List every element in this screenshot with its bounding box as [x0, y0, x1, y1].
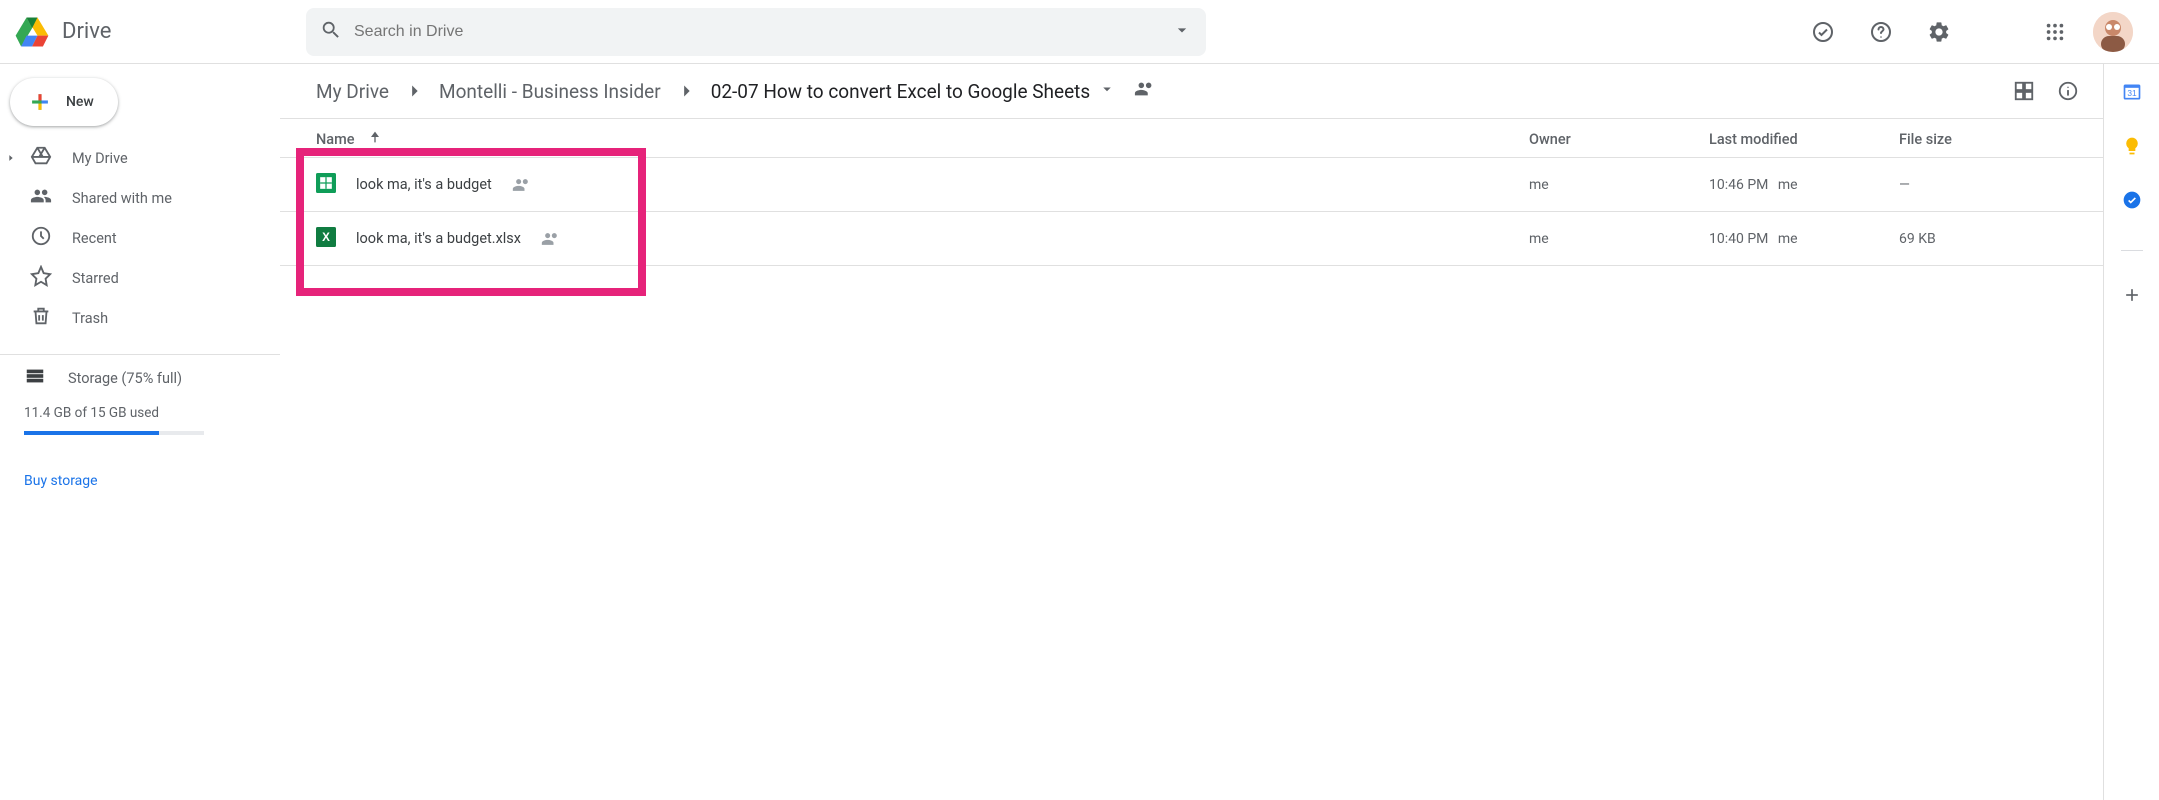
- sidebar-item-label: Recent: [72, 230, 117, 247]
- sidebar-item-my-drive[interactable]: My Drive: [0, 138, 262, 178]
- breadcrumb-item[interactable]: Montelli - Business Insider: [439, 80, 661, 103]
- search-options-icon[interactable]: [1172, 20, 1192, 44]
- file-owner: me: [1529, 177, 1709, 193]
- shared-icon: [30, 185, 52, 211]
- sidebar: New My Drive Shared with me Recent: [0, 64, 280, 800]
- sidebar-item-starred[interactable]: Starred: [0, 258, 262, 298]
- info-icon[interactable]: [2057, 80, 2079, 102]
- storage-icon: [24, 365, 46, 391]
- column-header-size[interactable]: File size: [1899, 131, 2079, 148]
- column-header-row: Name Owner Last modified File size: [280, 119, 2103, 158]
- offline-status-icon[interactable]: [1803, 12, 1843, 52]
- breadcrumb-bar: My Drive Montelli - Business Insider 02-…: [280, 64, 2103, 119]
- file-row[interactable]: X look ma, it's a budget.xlsx me 10:40 P…: [280, 212, 2103, 266]
- file-shared-icon: [541, 229, 561, 249]
- tasks-app-icon[interactable]: [2122, 190, 2142, 210]
- excel-file-icon: X: [316, 227, 336, 251]
- storage-label: Storage (75% full): [68, 370, 182, 387]
- search-icon[interactable]: [320, 19, 342, 45]
- chevron-right-icon: [675, 80, 697, 102]
- calendar-app-icon[interactable]: 31: [2122, 82, 2142, 102]
- file-rows: look ma, it's a budget me 10:46 PM me —: [296, 158, 2103, 266]
- file-size: —: [1899, 177, 2079, 193]
- help-icon[interactable]: [1861, 12, 1901, 52]
- svg-text:X: X: [322, 231, 330, 244]
- column-header-modified[interactable]: Last modified: [1709, 131, 1899, 148]
- sidebar-item-shared[interactable]: Shared with me: [0, 178, 262, 218]
- new-button[interactable]: New: [10, 78, 118, 126]
- star-icon: [30, 265, 52, 291]
- sort-asc-icon[interactable]: [367, 129, 383, 149]
- file-name: look ma, it's a budget: [356, 176, 492, 193]
- settings-icon[interactable]: [1919, 12, 1959, 52]
- column-header-owner[interactable]: Owner: [1529, 131, 1709, 148]
- breadcrumb-item-current[interactable]: 02-07 How to convert Excel to Google She…: [711, 80, 1090, 103]
- drive-logo[interactable]: [10, 10, 54, 54]
- svg-text:31: 31: [2127, 88, 2137, 98]
- keep-app-icon[interactable]: [2122, 136, 2142, 156]
- product-name: Drive: [62, 19, 111, 44]
- header: Drive: [0, 0, 2159, 64]
- breadcrumb-dropdown-icon[interactable]: [1098, 80, 1116, 102]
- storage-usage-text: 11.4 GB of 15 GB used: [24, 405, 256, 421]
- side-panel-divider: [2121, 250, 2143, 251]
- header-left: Drive: [10, 10, 290, 54]
- my-drive-icon: [30, 145, 52, 171]
- account-avatar[interactable]: [2093, 12, 2133, 52]
- search-box[interactable]: [306, 8, 1206, 56]
- add-app-icon[interactable]: [2122, 285, 2142, 305]
- recent-icon: [30, 225, 52, 251]
- file-size: 69 KB: [1899, 231, 2079, 247]
- file-name: look ma, it's a budget.xlsx: [356, 230, 521, 247]
- storage-bar-fill: [24, 431, 159, 435]
- side-panel: 31: [2103, 64, 2159, 800]
- trash-icon: [30, 305, 52, 331]
- apps-icon[interactable]: [2035, 12, 2075, 52]
- storage-bar: [24, 431, 204, 435]
- file-row[interactable]: look ma, it's a budget me 10:46 PM me —: [280, 158, 2103, 212]
- sidebar-item-label: Starred: [72, 270, 119, 287]
- view-grid-icon[interactable]: [2013, 80, 2035, 102]
- folder-shared-icon[interactable]: [1134, 78, 1156, 104]
- buy-storage-link[interactable]: Buy storage: [24, 473, 98, 489]
- storage-block: Storage (75% full) 11.4 GB of 15 GB used…: [0, 365, 280, 489]
- header-icons: [1803, 12, 2133, 52]
- search-input[interactable]: [354, 23, 1172, 41]
- sidebar-divider: [0, 354, 280, 355]
- sheets-file-icon: [316, 173, 336, 197]
- column-header-name[interactable]: Name: [316, 131, 355, 148]
- chevron-right-icon: [403, 80, 425, 102]
- sidebar-item-label: Trash: [72, 310, 108, 327]
- file-modified: 10:40 PM me: [1709, 231, 1899, 247]
- sidebar-item-label: Shared with me: [72, 190, 172, 207]
- sidebar-item-label: My Drive: [72, 150, 128, 167]
- new-button-label: New: [66, 94, 94, 110]
- file-shared-icon: [512, 175, 532, 195]
- content: My Drive Montelli - Business Insider 02-…: [280, 64, 2103, 800]
- breadcrumb-item[interactable]: My Drive: [316, 80, 389, 103]
- sidebar-item-trash[interactable]: Trash: [0, 298, 262, 338]
- expand-icon[interactable]: [6, 153, 16, 163]
- file-modified: 10:46 PM me: [1709, 177, 1899, 193]
- sidebar-item-recent[interactable]: Recent: [0, 218, 262, 258]
- file-owner: me: [1529, 231, 1709, 247]
